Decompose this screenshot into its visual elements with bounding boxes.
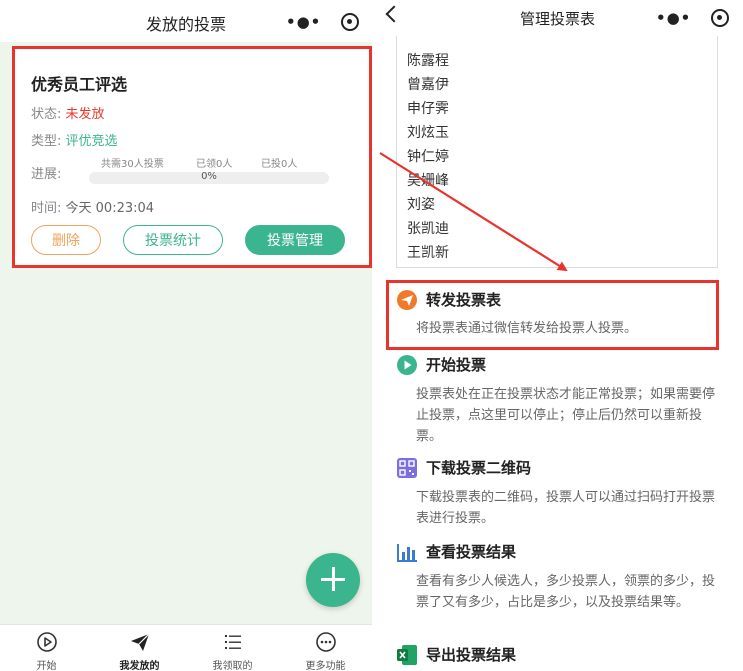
progress-label: 进展: <box>31 167 62 182</box>
tab-label: 我发放的 <box>119 661 160 671</box>
progress-bar: 0% <box>89 171 329 184</box>
feature-title: 查看投票结果 <box>426 543 517 561</box>
excel-icon <box>397 645 417 665</box>
tab-label: 更多功能 <box>305 661 346 671</box>
more-dots-icon[interactable]: •●• <box>656 9 691 27</box>
feature-title: 开始投票 <box>426 356 487 374</box>
feature-desc: 查看有多少人候选人，多少投票人，领票的多少，投票了又有多少，占比是多少，以及投票… <box>416 574 716 610</box>
miniprogram-capsule: •●• <box>286 9 360 35</box>
voter-name-list[interactable]: 王雪九 陈露程 曾嘉伊 申仔霁 刘炫玉 钟仁婷 吴姗峰 刘姿 张凯迪 王凯新 <box>396 26 718 268</box>
left-phone-screen: 发放的投票 •●• 优秀员工评选 状态: 未发放 类型: 评优竞选 进展: 共需… <box>0 0 372 671</box>
status-row: 状态: 未发放 <box>31 103 105 122</box>
list-item: 王凯新 <box>407 245 449 261</box>
list-icon <box>225 635 241 649</box>
total-votes-text: 共需30人投票 <box>101 159 164 170</box>
list-item: 刘姿 <box>407 197 435 213</box>
close-target-icon[interactable] <box>711 9 730 27</box>
play-circle-icon <box>37 632 57 652</box>
right-phone-screen: 王雪九 陈露程 曾嘉伊 申仔霁 刘炫玉 钟仁婷 吴姗峰 刘姿 张凯迪 王凯新 管… <box>372 0 743 671</box>
tab-start[interactable]: 开始 <box>0 629 93 671</box>
add-vote-fab-button[interactable] <box>306 553 360 607</box>
right-nav-bar: 管理投票表 •●• <box>372 0 743 36</box>
feature-title: 下载投票二维码 <box>426 459 532 477</box>
status-label: 状态: <box>31 107 62 122</box>
list-item: 申仔霁 <box>407 101 449 117</box>
tab-label: 我领取的 <box>212 661 253 671</box>
type-value: 评优竞选 <box>65 134 118 149</box>
paper-plane-icon <box>131 633 150 651</box>
list-item: 钟仁婷 <box>407 149 449 165</box>
close-target-icon[interactable] <box>341 13 360 31</box>
feature-desc: 下载投票表的二维码，投票人可以通过扫码打开投票表进行投票。 <box>416 490 716 526</box>
tab-label: 开始 <box>36 661 57 671</box>
screenshot-root: 发放的投票 •●• 优秀员工评选 状态: 未发放 类型: 评优竞选 进展: 共需… <box>0 0 743 671</box>
qrcode-icon <box>397 458 417 478</box>
type-row: 类型: 评优竞选 <box>31 130 118 149</box>
list-item: 张凯迪 <box>407 221 449 237</box>
tab-my-received[interactable]: 我领取的 <box>186 629 279 671</box>
type-label: 类型: <box>31 134 62 149</box>
voted-count-text: 已投0人 <box>261 159 298 170</box>
delete-button[interactable]: 删除 <box>31 225 101 255</box>
more-dots-icon[interactable]: •●• <box>286 13 321 31</box>
miniprogram-capsule: •●• <box>656 5 730 31</box>
status-value: 未发放 <box>65 107 105 122</box>
vote-card[interactable]: 优秀员工评选 状态: 未发放 类型: 评优竞选 进展: 共需30人投票 已领0人… <box>12 46 372 268</box>
feature-title: 导出投票结果 <box>426 646 517 664</box>
more-circle-icon <box>316 632 336 652</box>
bottom-tab-bar: 开始 我发放的 我领取的 更多功能 <box>0 624 372 671</box>
list-item: 陈露程 <box>407 53 449 69</box>
left-nav-bar: 发放的投票 •●• <box>0 0 372 42</box>
vote-manage-button[interactable]: 投票管理 <box>245 225 345 255</box>
progress-percent: 0% <box>201 171 217 182</box>
list-item: 刘炫玉 <box>407 125 449 141</box>
vote-title: 优秀员工评选 <box>31 75 128 94</box>
play-icon <box>397 355 417 375</box>
claimed-count-text: 已领0人 <box>196 159 233 170</box>
time-value: 今天 00:23:04 <box>65 201 155 216</box>
list-item: 曾嘉伊 <box>407 77 449 93</box>
feature-desc: 投票表处在正在投票状态才能正常投票；如果需要停止投票，点这里可以停止；停止后仍然… <box>416 387 716 444</box>
tab-more[interactable]: 更多功能 <box>279 629 372 671</box>
time-row: 时间: 今天 00:23:04 <box>31 197 154 216</box>
bar-chart-icon <box>397 544 417 562</box>
tab-my-issued[interactable]: 我发放的 <box>93 629 186 671</box>
highlight-box-forward <box>386 280 719 350</box>
time-label: 时间: <box>31 201 62 216</box>
list-item: 吴姗峰 <box>407 173 449 189</box>
vote-stats-button[interactable]: 投票统计 <box>123 225 223 255</box>
